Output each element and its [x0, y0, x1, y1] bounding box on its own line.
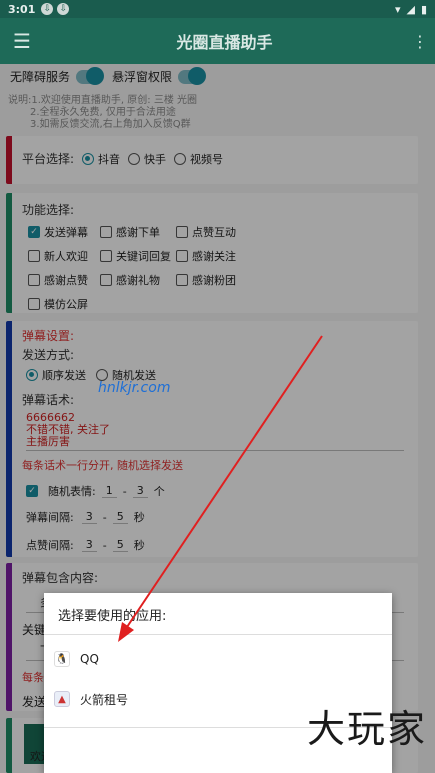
brand-watermark: 大玩家 [306, 707, 427, 751]
annotation-arrow [118, 335, 323, 642]
